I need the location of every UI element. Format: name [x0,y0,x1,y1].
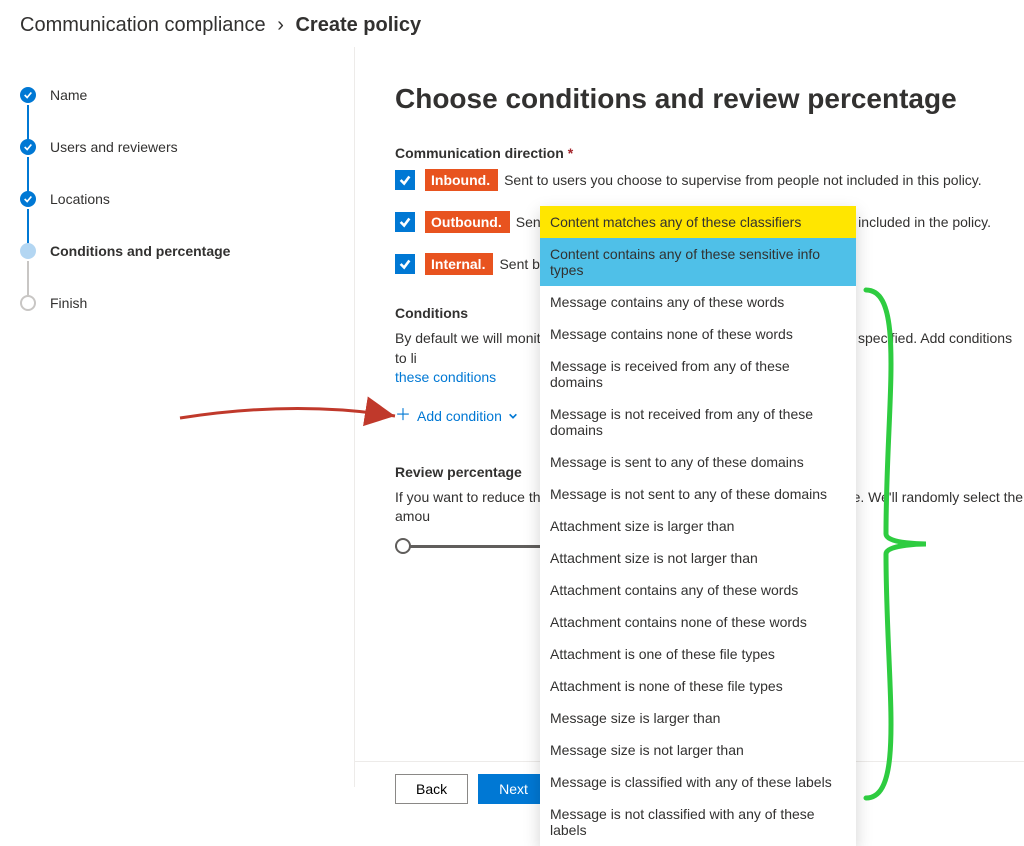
condition-option[interactable]: Attachment is none of these file types [540,670,856,702]
condition-option[interactable]: Content matches any of these classifiers [540,206,856,238]
condition-option[interactable]: Attachment contains any of these words [540,574,856,606]
wizard-step-label: Users and reviewers [50,139,178,155]
wizard-step[interactable]: Name [20,87,334,103]
back-button[interactable]: Back [395,774,468,804]
direction-section-label: Communication direction * [395,145,1024,161]
conditions-help-link[interactable]: these conditions [395,369,496,385]
condition-option[interactable]: Message size is not larger than [540,734,856,766]
step-dot-icon [20,295,36,311]
wizard-step[interactable]: Conditions and percentage [20,243,334,259]
chevron-right-icon: › [277,14,284,36]
wizard-step-label: Locations [50,191,110,207]
condition-option[interactable]: Message is not classified with any of th… [540,798,856,846]
direction-option: Inbound. Sent to users you choose to supe… [395,169,1024,191]
condition-option[interactable]: Attachment size is larger than [540,510,856,542]
breadcrumb: Communication compliance › Create policy [0,0,1024,47]
wizard-step[interactable]: Locations [20,191,334,207]
chevron-down-icon [508,408,518,424]
check-icon [20,139,36,155]
direction-desc: Sent to users you choose to supervise fr… [504,172,982,188]
condition-option[interactable]: Message contains none of these words [540,318,856,350]
wizard-step-label: Finish [50,295,87,311]
step-dot-icon [20,243,36,259]
wizard-step-label: Name [50,87,87,103]
condition-option[interactable]: Message is sent to any of these domains [540,446,856,478]
condition-option[interactable]: Content contains any of these sensitive … [540,238,856,286]
wizard-step[interactable]: Finish [20,295,334,311]
wizard-sidebar: Name Users and reviewers Locations Conditio… [0,47,355,787]
condition-option[interactable]: Attachment is one of these file types [540,638,856,670]
add-condition-button[interactable]: ＋ Add condition [395,408,518,424]
condition-option[interactable]: Attachment size is not larger than [540,542,856,574]
wizard-step[interactable]: Users and reviewers [20,139,334,155]
direction-tag: Outbound. [425,211,510,233]
checkbox[interactable] [395,254,415,274]
check-icon [20,191,36,207]
condition-option[interactable]: Message is received from any of these do… [540,350,856,398]
plus-icon: ＋ [395,408,411,424]
next-button[interactable]: Next [478,774,549,804]
condition-option[interactable]: Message is not sent to any of these doma… [540,478,856,510]
condition-option[interactable]: Attachment contains none of these words [540,606,856,638]
condition-option[interactable]: Message is not received from any of thes… [540,398,856,446]
wizard-step-label: Conditions and percentage [50,243,230,259]
condition-option[interactable]: Message contains any of these words [540,286,856,318]
checkbox[interactable] [395,170,415,190]
breadcrumb-current: Create policy [295,14,421,36]
direction-tag: Internal. [425,253,493,275]
breadcrumb-parent[interactable]: Communication compliance [20,14,266,36]
check-icon [20,87,36,103]
add-condition-label: Add condition [417,408,502,424]
checkbox[interactable] [395,212,415,232]
condition-option[interactable]: Message size is larger than [540,702,856,734]
condition-option[interactable]: Message is classified with any of these … [540,766,856,798]
page-title: Choose conditions and review percentage [395,83,1024,115]
direction-tag: Inbound. [425,169,498,191]
condition-dropdown[interactable]: Content matches any of these classifiers… [540,206,856,846]
